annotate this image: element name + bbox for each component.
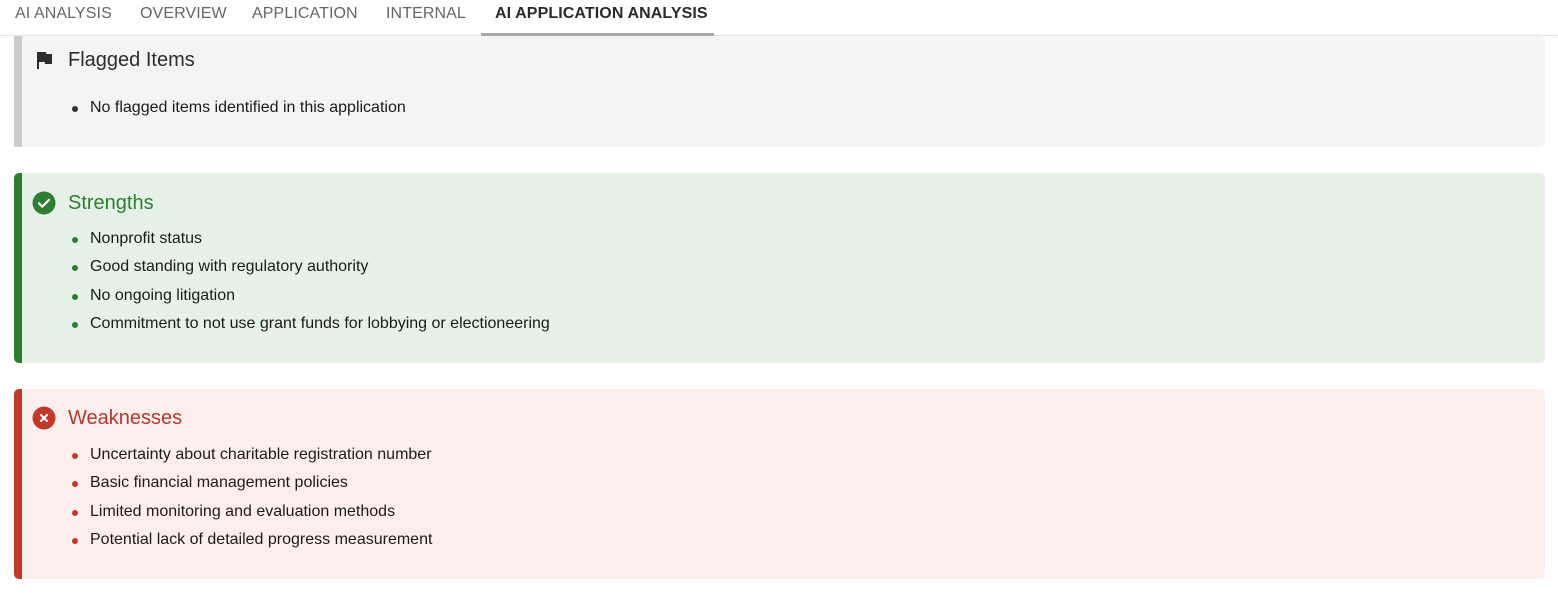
weaknesses-list: Uncertainty about charitable registratio… xyxy=(70,441,432,555)
tab-internal[interactable]: INTERNAL xyxy=(386,0,466,36)
list-item: Good standing with regulatory authority xyxy=(70,253,550,281)
tab-ai-analysis[interactable]: AI ANALYSIS xyxy=(15,0,112,36)
flagged-items-list: No flagged items identified in this appl… xyxy=(70,94,406,122)
tab-overview[interactable]: OVERVIEW xyxy=(140,0,227,36)
flag-icon xyxy=(32,48,56,72)
strengths-header: Strengths xyxy=(32,188,154,218)
list-item: Nonprofit status xyxy=(70,225,550,253)
tab-ai-application-analysis[interactable]: AI APPLICATION ANALYSIS xyxy=(481,0,714,36)
check-circle-icon xyxy=(32,191,56,215)
list-item: Commitment to not use grant funds for lo… xyxy=(70,310,550,338)
flagged-items-header: Flagged Items xyxy=(32,45,195,75)
list-item: Limited monitoring and evaluation method… xyxy=(70,498,432,526)
list-item: No flagged items identified in this appl… xyxy=(70,94,406,122)
weaknesses-header: Weaknesses xyxy=(32,403,182,433)
tab-application[interactable]: APPLICATION xyxy=(252,0,358,36)
strengths-title: Strengths xyxy=(68,192,154,214)
list-item: Potential lack of detailed progress meas… xyxy=(70,526,432,554)
x-circle-icon xyxy=(32,406,56,430)
list-item: No ongoing litigation xyxy=(70,282,550,310)
tab-bar: AI ANALYSIS OVERVIEW APPLICATION INTERNA… xyxy=(0,0,1558,36)
strengths-panel: Strengths Nonprofit status Good standing… xyxy=(14,173,1545,363)
strengths-list: Nonprofit status Good standing with regu… xyxy=(70,225,550,339)
weaknesses-title: Weaknesses xyxy=(68,407,183,429)
flagged-items-title: Flagged Items xyxy=(68,49,195,71)
list-item: Uncertainty about charitable registratio… xyxy=(70,441,432,469)
list-item: Basic financial management policies xyxy=(70,469,432,497)
flagged-items-panel: Flagged Items No flagged items identifie… xyxy=(14,36,1545,147)
weaknesses-panel: Weaknesses Uncertainty about charitable … xyxy=(14,389,1545,579)
